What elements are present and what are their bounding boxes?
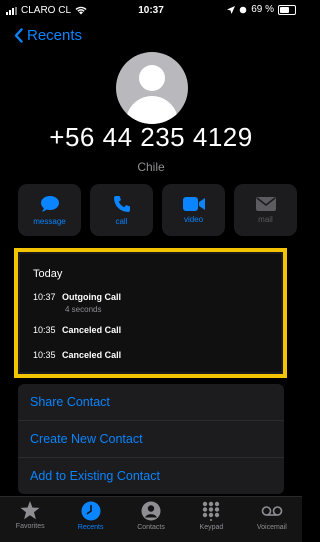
- status-right: 69 %: [227, 4, 296, 15]
- call-time: 10:37: [33, 292, 56, 302]
- share-contact-link[interactable]: Share Contact: [18, 384, 284, 421]
- chevron-left-icon: [14, 28, 23, 43]
- battery-icon: [278, 4, 296, 15]
- person-icon: [141, 501, 161, 521]
- call-type: Outgoing Call: [62, 292, 122, 302]
- tab-label: Contacts: [137, 524, 165, 531]
- call-history-card: Today 10:37 Outgoing Call 4 seconds 10:3…: [14, 248, 287, 378]
- create-new-contact-link[interactable]: Create New Contact: [18, 421, 284, 458]
- call-type: Canceled Call: [62, 350, 122, 360]
- tab-label: Favorites: [15, 523, 45, 530]
- voicemail-icon: [261, 506, 283, 516]
- call-button[interactable]: call: [90, 184, 153, 236]
- location-icon: [227, 5, 236, 14]
- call-row: 10:35 Canceled Call: [33, 350, 121, 360]
- tab-bar: Favorites Recents Contacts Keypad Voicem…: [0, 496, 302, 542]
- call-time: 10:35: [33, 350, 56, 360]
- back-button[interactable]: Recents: [14, 27, 82, 44]
- call-row: 10:37 Outgoing Call: [33, 292, 121, 302]
- add-to-existing-contact-link[interactable]: Add to Existing Contact: [18, 458, 284, 494]
- keypad-icon: [203, 501, 220, 521]
- message-label: message: [33, 216, 66, 226]
- tab-voicemail[interactable]: Voicemail: [242, 497, 302, 542]
- tab-keypad[interactable]: Keypad: [181, 497, 241, 542]
- clock-icon: [81, 501, 101, 521]
- alarm-icon: [239, 6, 247, 13]
- tab-label: Keypad: [199, 524, 224, 531]
- avatar: [116, 52, 188, 124]
- action-buttons: message call video mail: [18, 184, 297, 236]
- phone-icon: [113, 195, 130, 212]
- call-label: call: [115, 216, 128, 226]
- contact-links: Share Contact Create New Contact Add to …: [18, 384, 284, 494]
- star-icon: [20, 501, 40, 520]
- call-time: 10:35: [33, 325, 56, 335]
- call-duration: 4 seconds: [65, 305, 102, 314]
- mail-label: mail: [258, 214, 273, 224]
- video-label: video: [183, 214, 204, 224]
- mail-button[interactable]: mail: [234, 184, 297, 236]
- message-icon: [40, 195, 59, 212]
- contact-country: Chile: [137, 160, 165, 174]
- battery-percent: 69 %: [251, 4, 274, 15]
- tab-label: Recents: [77, 524, 104, 531]
- tab-recents[interactable]: Recents: [60, 497, 120, 542]
- message-button[interactable]: message: [18, 184, 81, 236]
- status-bar: CLARO CL 10:37 69 %: [0, 0, 302, 20]
- call-row: 10:35 Canceled Call: [33, 325, 121, 335]
- history-section-title: Today: [33, 268, 63, 280]
- video-icon: [182, 196, 205, 211]
- contact-number: +56 44 235 4129: [49, 122, 253, 152]
- tab-contacts[interactable]: Contacts: [121, 497, 181, 542]
- mail-icon: [255, 196, 276, 211]
- video-button[interactable]: video: [162, 184, 225, 236]
- tab-label: Voicemail: [256, 524, 287, 531]
- tab-favorites[interactable]: Favorites: [0, 497, 60, 542]
- back-label: Recents: [27, 27, 83, 44]
- call-type: Canceled Call: [62, 325, 122, 335]
